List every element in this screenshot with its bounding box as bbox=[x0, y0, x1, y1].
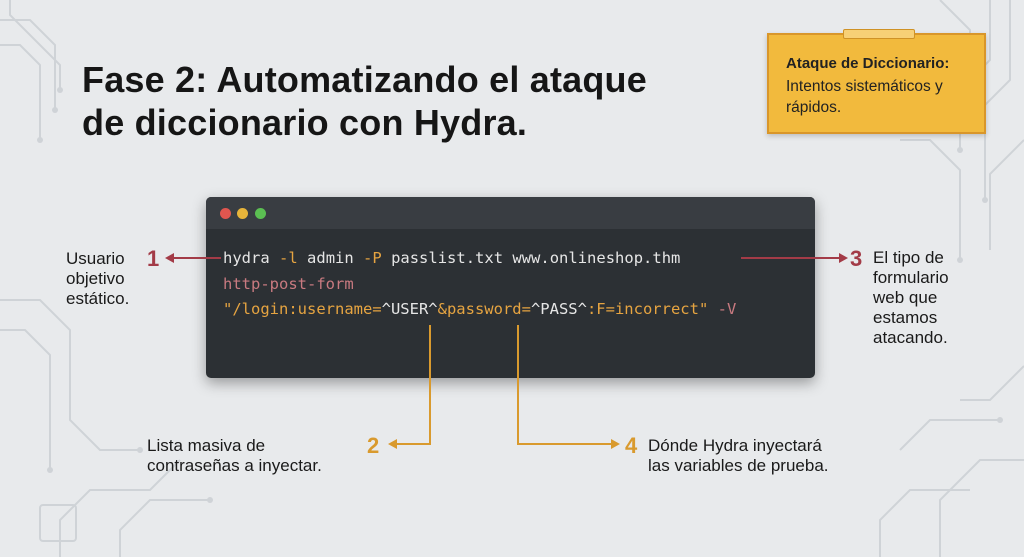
annotation-1-line-2: objetivo bbox=[66, 269, 125, 288]
annotation-3-line-2: formulario bbox=[873, 268, 949, 287]
annotation-3-line-4: estamos bbox=[873, 308, 938, 327]
annotation-number-4: 4 bbox=[625, 433, 638, 458]
annotation-1-line-3: estático. bbox=[66, 289, 130, 308]
arrowhead-1 bbox=[165, 253, 174, 263]
arrowhead-2 bbox=[388, 439, 397, 449]
annotation-1-line-1: Usuario bbox=[66, 249, 125, 268]
arrowhead-3 bbox=[839, 253, 848, 263]
annotation-4-line-2: las variables de prueba. bbox=[648, 456, 829, 475]
annotation-2-text: Lista masiva de contraseñas a inyectar. bbox=[147, 436, 322, 476]
annotation-1-text: Usuario objetivo estático. bbox=[66, 249, 129, 309]
arrow-2 bbox=[393, 325, 431, 445]
arrow-4 bbox=[517, 325, 614, 445]
annotation-3-line-5: atacando. bbox=[873, 328, 948, 347]
annotation-number-1: 1 bbox=[147, 246, 160, 271]
annotation-2-line-2: contraseñas a inyectar. bbox=[147, 456, 322, 475]
annotation-3-line-1: El tipo de bbox=[873, 248, 944, 267]
arrowhead-4 bbox=[611, 439, 620, 449]
annotation-3-text: El tipo de formulario web que estamos at… bbox=[873, 248, 949, 348]
annotation-4-line-1: Dónde Hydra inyectará bbox=[648, 436, 822, 455]
annotation-number-2: 2 bbox=[367, 433, 380, 458]
annotation-4-text: Dónde Hydra inyectará las variables de p… bbox=[648, 436, 829, 476]
annotation-2-line-1: Lista masiva de bbox=[147, 436, 266, 455]
annotation-3-line-3: web que bbox=[873, 288, 938, 307]
annotation-number-3: 3 bbox=[850, 246, 863, 271]
